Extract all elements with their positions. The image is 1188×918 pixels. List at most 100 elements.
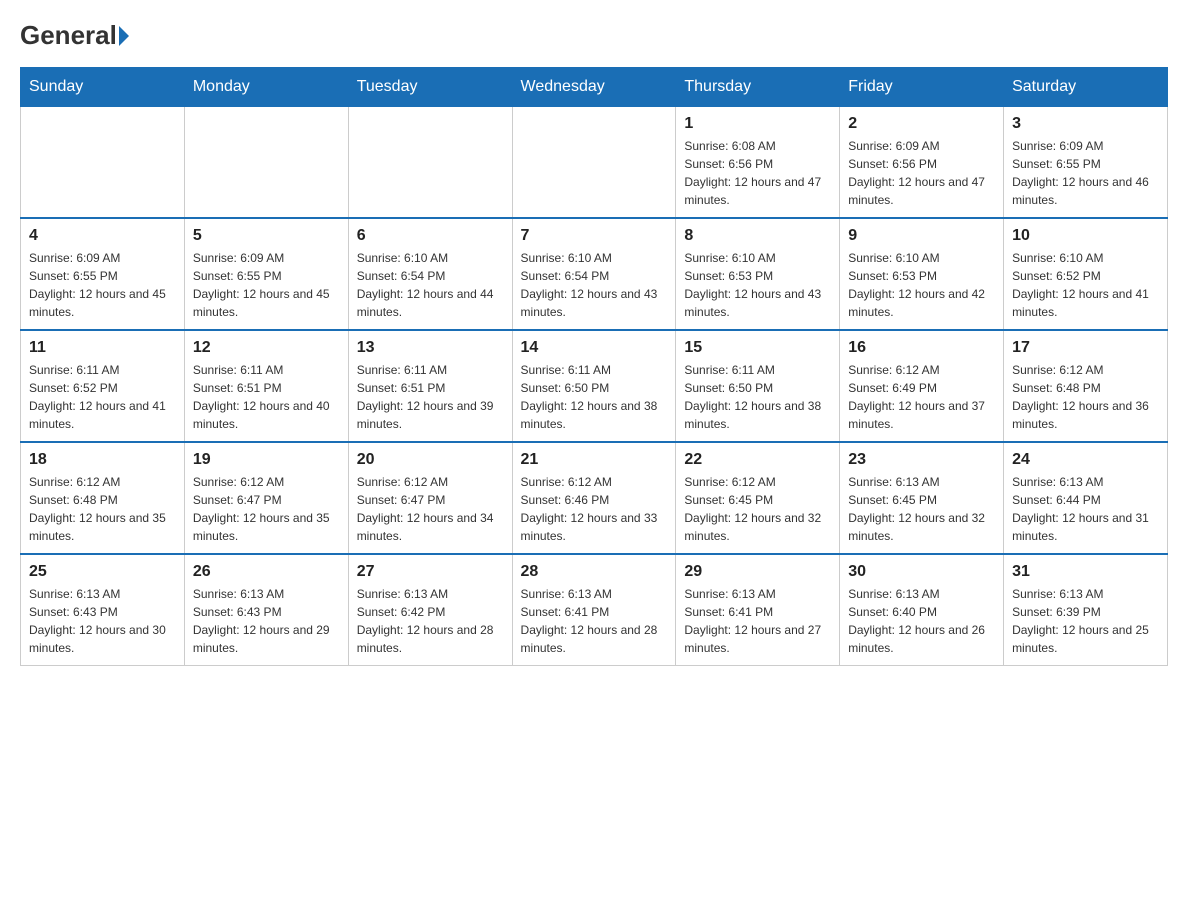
day-number: 24: [1012, 451, 1159, 469]
calendar-day-cell: 9 Sunrise: 6:10 AM Sunset: 6:53 PM Daylig…: [840, 218, 1004, 330]
calendar-day-cell: 27 Sunrise: 6:13 AM Sunset: 6:42 PM Dayli…: [348, 554, 512, 666]
day-number: 13: [357, 339, 504, 357]
calendar-day-cell: 22 Sunrise: 6:12 AM Sunset: 6:45 PM Dayli…: [676, 442, 840, 554]
calendar-day-cell: [348, 107, 512, 219]
day-number: 17: [1012, 339, 1159, 357]
day-number: 19: [193, 451, 340, 469]
day-number: 31: [1012, 563, 1159, 581]
day-info: Sunrise: 6:13 AM Sunset: 6:44 PM Dayligh…: [1012, 473, 1159, 545]
calendar-day-cell: 15 Sunrise: 6:11 AM Sunset: 6:50 PM Dayli…: [676, 330, 840, 442]
day-info: Sunrise: 6:13 AM Sunset: 6:40 PM Dayligh…: [848, 585, 995, 657]
day-info: Sunrise: 6:13 AM Sunset: 6:42 PM Dayligh…: [357, 585, 504, 657]
day-number: 11: [29, 339, 176, 357]
page-header: General: [20, 20, 1168, 47]
calendar-day-cell: 11 Sunrise: 6:11 AM Sunset: 6:52 PM Dayli…: [21, 330, 185, 442]
day-of-week-header: Thursday: [676, 68, 840, 107]
calendar-day-cell: 1Sunrise: 6:08 AM Sunset: 6:56 PM Daylig…: [676, 107, 840, 219]
calendar-day-cell: 7 Sunrise: 6:10 AM Sunset: 6:54 PM Daylig…: [512, 218, 676, 330]
calendar-day-cell: 30 Sunrise: 6:13 AM Sunset: 6:40 PM Dayli…: [840, 554, 1004, 666]
day-info: Sunrise: 6:09 AM Sunset: 6:55 PM Dayligh…: [1012, 137, 1159, 209]
day-info: Sunrise: 6:12 AM Sunset: 6:46 PM Dayligh…: [521, 473, 668, 545]
day-number: 23: [848, 451, 995, 469]
day-info: Sunrise: 6:12 AM Sunset: 6:49 PM Dayligh…: [848, 361, 995, 433]
day-info: Sunrise: 6:12 AM Sunset: 6:48 PM Dayligh…: [1012, 361, 1159, 433]
day-info: Sunrise: 6:11 AM Sunset: 6:50 PM Dayligh…: [684, 361, 831, 433]
calendar-week-row: 1Sunrise: 6:08 AM Sunset: 6:56 PM Daylig…: [21, 107, 1168, 219]
calendar-day-cell: 4 Sunrise: 6:09 AM Sunset: 6:55 PM Daylig…: [21, 218, 185, 330]
day-number: 20: [357, 451, 504, 469]
day-info: Sunrise: 6:10 AM Sunset: 6:54 PM Dayligh…: [521, 249, 668, 321]
day-info: Sunrise: 6:10 AM Sunset: 6:52 PM Dayligh…: [1012, 249, 1159, 321]
day-info: Sunrise: 6:13 AM Sunset: 6:41 PM Dayligh…: [521, 585, 668, 657]
calendar-day-cell: 20 Sunrise: 6:12 AM Sunset: 6:47 PM Dayli…: [348, 442, 512, 554]
day-number: 16: [848, 339, 995, 357]
day-info: Sunrise: 6:11 AM Sunset: 6:52 PM Dayligh…: [29, 361, 176, 433]
day-info: Sunrise: 6:12 AM Sunset: 6:47 PM Dayligh…: [193, 473, 340, 545]
calendar-day-cell: 2 Sunrise: 6:09 AM Sunset: 6:56 PM Daylig…: [840, 107, 1004, 219]
calendar-day-cell: [184, 107, 348, 219]
day-number: 14: [521, 339, 668, 357]
day-info: Sunrise: 6:10 AM Sunset: 6:53 PM Dayligh…: [848, 249, 995, 321]
calendar-week-row: 11 Sunrise: 6:11 AM Sunset: 6:52 PM Dayli…: [21, 330, 1168, 442]
calendar-day-cell: 12Sunrise: 6:11 AM Sunset: 6:51 PM Dayli…: [184, 330, 348, 442]
day-number: 6: [357, 227, 504, 245]
day-number: 18: [29, 451, 176, 469]
day-info: Sunrise: 6:12 AM Sunset: 6:47 PM Dayligh…: [357, 473, 504, 545]
calendar-day-cell: 16 Sunrise: 6:12 AM Sunset: 6:49 PM Dayli…: [840, 330, 1004, 442]
day-number: 2: [848, 115, 995, 133]
calendar-day-cell: 23 Sunrise: 6:13 AM Sunset: 6:45 PM Dayli…: [840, 442, 1004, 554]
day-number: 7: [521, 227, 668, 245]
day-number: 25: [29, 563, 176, 581]
calendar-day-cell: 24 Sunrise: 6:13 AM Sunset: 6:44 PM Dayli…: [1004, 442, 1168, 554]
calendar-week-row: 25 Sunrise: 6:13 AM Sunset: 6:43 PM Dayli…: [21, 554, 1168, 666]
day-of-week-header: Wednesday: [512, 68, 676, 107]
calendar-day-cell: 10 Sunrise: 6:10 AM Sunset: 6:52 PM Dayli…: [1004, 218, 1168, 330]
day-info: Sunrise: 6:13 AM Sunset: 6:39 PM Dayligh…: [1012, 585, 1159, 657]
day-number: 15: [684, 339, 831, 357]
calendar-table: SundayMondayTuesdayWednesdayThursdayFrid…: [20, 67, 1168, 666]
day-number: 21: [521, 451, 668, 469]
day-of-week-header: Saturday: [1004, 68, 1168, 107]
calendar-day-cell: 29 Sunrise: 6:13 AM Sunset: 6:41 PM Dayli…: [676, 554, 840, 666]
day-info: Sunrise: 6:11 AM Sunset: 6:51 PM Dayligh…: [193, 361, 340, 433]
logo: General: [20, 20, 129, 47]
day-of-week-header: Monday: [184, 68, 348, 107]
calendar-day-cell: 28 Sunrise: 6:13 AM Sunset: 6:41 PM Dayli…: [512, 554, 676, 666]
day-of-week-header: Friday: [840, 68, 1004, 107]
day-of-week-header: Sunday: [21, 68, 185, 107]
calendar-week-row: 18Sunrise: 6:12 AM Sunset: 6:48 PM Dayli…: [21, 442, 1168, 554]
day-number: 4: [29, 227, 176, 245]
day-number: 3: [1012, 115, 1159, 133]
day-info: Sunrise: 6:12 AM Sunset: 6:45 PM Dayligh…: [684, 473, 831, 545]
day-info: Sunrise: 6:13 AM Sunset: 6:43 PM Dayligh…: [29, 585, 176, 657]
day-info: Sunrise: 6:10 AM Sunset: 6:53 PM Dayligh…: [684, 249, 831, 321]
day-number: 29: [684, 563, 831, 581]
calendar-day-cell: 8 Sunrise: 6:10 AM Sunset: 6:53 PM Daylig…: [676, 218, 840, 330]
calendar-day-cell: 18Sunrise: 6:12 AM Sunset: 6:48 PM Dayli…: [21, 442, 185, 554]
day-number: 10: [1012, 227, 1159, 245]
day-number: 22: [684, 451, 831, 469]
day-info: Sunrise: 6:10 AM Sunset: 6:54 PM Dayligh…: [357, 249, 504, 321]
day-number: 27: [357, 563, 504, 581]
day-info: Sunrise: 6:11 AM Sunset: 6:50 PM Dayligh…: [521, 361, 668, 433]
calendar-day-cell: [21, 107, 185, 219]
day-info: Sunrise: 6:11 AM Sunset: 6:51 PM Dayligh…: [357, 361, 504, 433]
day-info: Sunrise: 6:13 AM Sunset: 6:45 PM Dayligh…: [848, 473, 995, 545]
day-info: Sunrise: 6:13 AM Sunset: 6:41 PM Dayligh…: [684, 585, 831, 657]
calendar-day-cell: 19 Sunrise: 6:12 AM Sunset: 6:47 PM Dayli…: [184, 442, 348, 554]
calendar-day-cell: 3 Sunrise: 6:09 AM Sunset: 6:55 PM Daylig…: [1004, 107, 1168, 219]
day-number: 30: [848, 563, 995, 581]
day-info: Sunrise: 6:09 AM Sunset: 6:55 PM Dayligh…: [193, 249, 340, 321]
day-number: 9: [848, 227, 995, 245]
day-info: Sunrise: 6:09 AM Sunset: 6:56 PM Dayligh…: [848, 137, 995, 209]
calendar-header-row: SundayMondayTuesdayWednesdayThursdayFrid…: [21, 68, 1168, 107]
calendar-day-cell: 5 Sunrise: 6:09 AM Sunset: 6:55 PM Daylig…: [184, 218, 348, 330]
day-number: 5: [193, 227, 340, 245]
day-info: Sunrise: 6:09 AM Sunset: 6:55 PM Dayligh…: [29, 249, 176, 321]
calendar-day-cell: 13 Sunrise: 6:11 AM Sunset: 6:51 PM Dayli…: [348, 330, 512, 442]
day-number: 8: [684, 227, 831, 245]
day-info: Sunrise: 6:13 AM Sunset: 6:43 PM Dayligh…: [193, 585, 340, 657]
day-number: 28: [521, 563, 668, 581]
calendar-day-cell: 6 Sunrise: 6:10 AM Sunset: 6:54 PM Daylig…: [348, 218, 512, 330]
calendar-day-cell: 26Sunrise: 6:13 AM Sunset: 6:43 PM Dayli…: [184, 554, 348, 666]
